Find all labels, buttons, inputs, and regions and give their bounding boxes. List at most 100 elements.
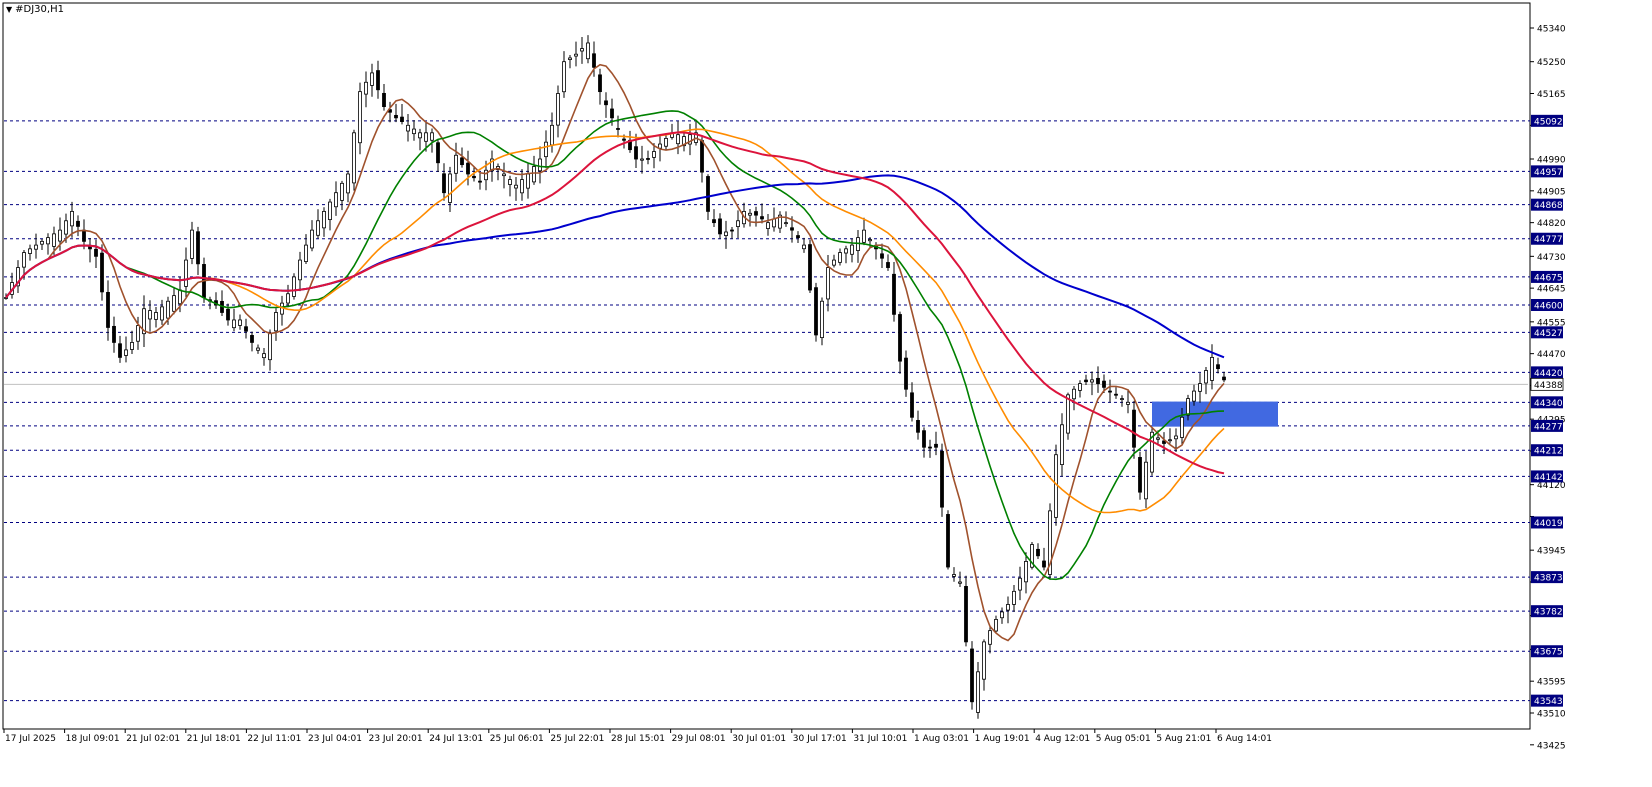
price-tick-label: 44645 (1537, 285, 1566, 295)
time-tick-label: 23 Jul 20:01 (369, 734, 423, 744)
candle-body (298, 259, 302, 281)
time-tick-label: 4 Aug 12:01 (1035, 734, 1090, 744)
candle-body (58, 229, 62, 242)
candle-body (226, 308, 230, 321)
candle-body (370, 72, 374, 86)
candle-body (1126, 401, 1130, 405)
candle-body (586, 42, 590, 60)
level-badge-label: 44675 (1534, 273, 1563, 283)
candle-body (544, 141, 548, 158)
candle-body (172, 295, 176, 312)
candle-body (922, 430, 926, 448)
candle-body (760, 216, 764, 220)
candle-body (118, 343, 122, 358)
price-chart[interactable]: 45340 45250 45165 44990 44905 44820 44730 44645… (0, 0, 1652, 787)
candle-body (454, 154, 458, 174)
candle-body (1144, 461, 1148, 500)
candle-body (1042, 560, 1046, 568)
candle-body (94, 248, 98, 257)
candle-body (250, 335, 254, 343)
price-axis: 45340 45250 45165 44990 44905 44820 44730 44645… (1530, 25, 1566, 751)
candle-body (82, 229, 86, 242)
candle-body (1102, 380, 1106, 388)
candle-body (112, 325, 116, 343)
candle-body (868, 239, 872, 242)
candle-body (1060, 424, 1064, 465)
candle-body (304, 244, 308, 262)
candle-body (1066, 394, 1070, 434)
candle-body (1174, 435, 1178, 440)
candle-body (808, 244, 812, 291)
level-badge-label: 44600 (1534, 301, 1563, 311)
candle-body (460, 157, 464, 166)
candle-body (340, 182, 344, 201)
candle-body (106, 291, 110, 328)
candle-body (136, 325, 140, 342)
candle-body (256, 347, 260, 351)
candles (4, 35, 1226, 719)
candle-body (574, 53, 578, 57)
moving-averages (5, 63, 1225, 642)
candle-body (1120, 398, 1124, 400)
candle-body (910, 392, 914, 418)
candle-body (652, 151, 656, 158)
price-tick-label: 44730 (1537, 253, 1566, 263)
candle-body (88, 246, 92, 250)
candle-body (346, 173, 350, 194)
candle-body (1072, 388, 1076, 400)
level-badge-label: 44142 (1534, 473, 1563, 483)
candle-body (664, 138, 668, 147)
level-badge-label: 43873 (1534, 574, 1563, 584)
candle-body (712, 219, 716, 224)
candle-body (1210, 356, 1214, 381)
moving-average-line (5, 131, 1225, 475)
candle-body (520, 179, 524, 194)
time-tick-label: 21 Jul 18:01 (187, 734, 241, 744)
time-tick-label: 18 Jul 09:01 (66, 734, 120, 744)
candle-body (244, 326, 248, 332)
price-tick-label: 44905 (1537, 187, 1566, 197)
candle-body (178, 289, 182, 305)
candle-body (556, 93, 560, 126)
candle-body (958, 581, 962, 584)
candle-body (286, 293, 290, 304)
candle-body (616, 128, 620, 130)
candle-body (748, 212, 752, 216)
candle-body (430, 132, 434, 141)
candle-body (706, 176, 710, 212)
price-tick-label: 44470 (1537, 350, 1566, 360)
candle-body (364, 81, 368, 95)
time-tick-label: 17 Jul 2025 (5, 734, 56, 744)
candle-body (1222, 376, 1226, 381)
level-badge-label: 43675 (1534, 648, 1563, 658)
price-tick-label: 43510 (1537, 710, 1566, 720)
price-tick-label: 45340 (1537, 25, 1566, 35)
candle-body (448, 173, 452, 203)
level-badge-label: 44527 (1534, 329, 1563, 339)
candle-body (1024, 561, 1028, 583)
candle-body (604, 100, 608, 106)
level-badge-label: 44212 (1534, 447, 1563, 457)
candle-body (1198, 383, 1202, 392)
candle-body (622, 138, 626, 141)
candle-body (484, 169, 488, 181)
candle-body (754, 211, 758, 216)
candle-body (322, 211, 326, 229)
candle-body (1108, 390, 1112, 393)
candle-body (580, 48, 584, 52)
candle-body (796, 235, 800, 239)
candle-body (736, 220, 740, 227)
candle-body (148, 310, 152, 320)
candle-body (130, 342, 134, 350)
candle-body (976, 671, 980, 713)
time-tick-label: 23 Jul 04:01 (308, 734, 362, 744)
candle-body (784, 222, 788, 225)
candle-body (532, 166, 536, 183)
horizontal-levels (4, 120, 1530, 702)
moving-average-line (5, 174, 1225, 359)
level-badge-label: 44957 (1534, 168, 1563, 178)
level-badge-label: 44277 (1534, 422, 1563, 432)
candle-body (478, 180, 482, 183)
chart-window[interactable]: ▼ #DJ30,H1 45340 45250 45165 44990 44905 44820… (0, 0, 1652, 787)
candle-body (334, 192, 338, 208)
